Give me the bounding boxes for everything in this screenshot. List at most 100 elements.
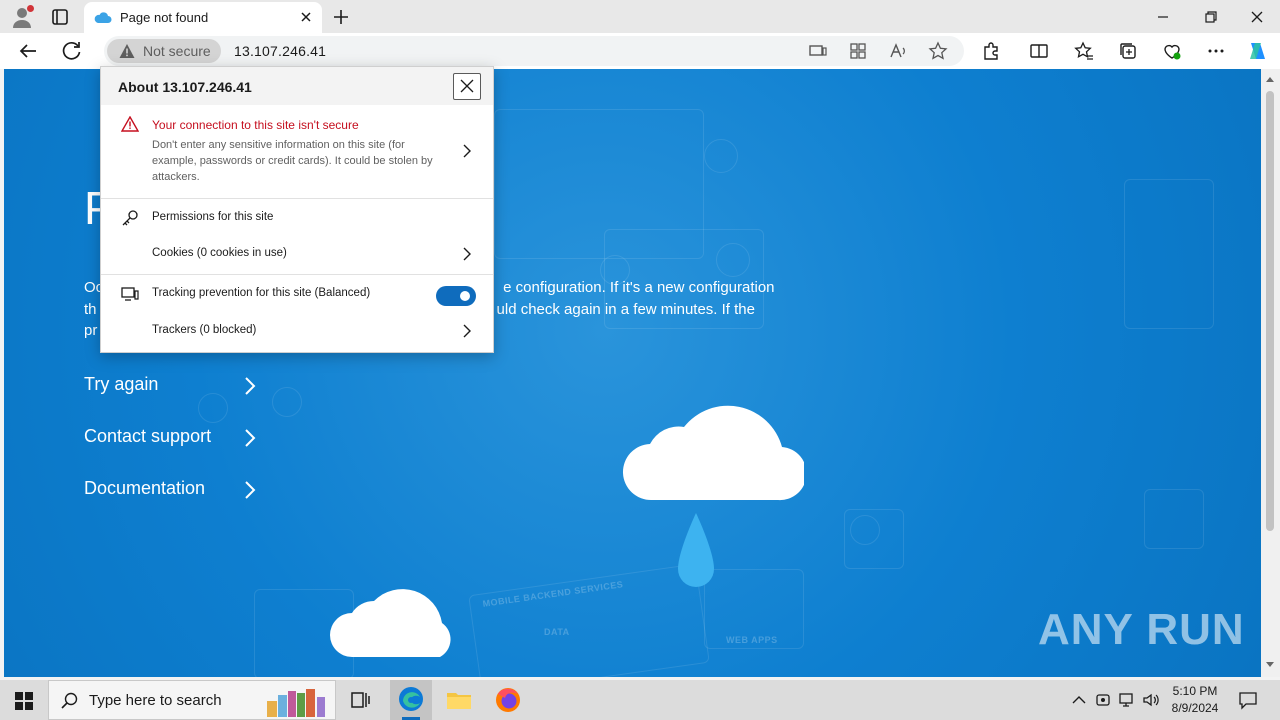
popup-close-button[interactable] [453,73,481,100]
copilot-icon[interactable] [1246,39,1270,63]
warning-title: Your connection to this site isn't secur… [152,118,359,132]
new-tab-icon[interactable] [330,6,352,28]
scroll-down-icon[interactable] [1265,661,1275,669]
firefox-icon[interactable] [492,684,524,716]
divider [101,274,493,275]
chevron-right-icon [463,144,471,158]
chevron-right-icon [245,429,256,447]
books-search-highlight-icon [267,689,325,717]
chevron-right-icon [245,481,256,499]
address-bar[interactable]: Not secure 13.107.246.41 [104,36,964,66]
app-available-icon[interactable] [808,41,828,61]
network-icon[interactable] [1118,690,1136,710]
anyrun-watermark: ANY RUN [1038,605,1245,654]
profile-avatar-icon[interactable] [10,5,34,29]
contact-support-label: Contact support [84,426,212,446]
trackers-row[interactable]: Trackers (0 blocked) [101,320,493,346]
close-window-icon[interactable] [1246,6,1268,28]
bg-shape [716,243,750,277]
file-explorer-icon[interactable] [443,684,475,716]
url-text[interactable]: 13.107.246.41 [234,43,326,59]
windows-logo-icon [15,692,33,710]
para-line3-start: pr [84,322,98,339]
taskbar-clock[interactable]: 5:10 PM 8/9/2024 [1160,683,1230,717]
title-bar: Page not found [0,0,1280,33]
connection-warning-row[interactable]: Your connection to this site isn't secur… [101,105,493,198]
scrollbar-thumb[interactable] [1266,91,1274,531]
documentation-label: Documentation [84,478,206,498]
chevron-right-icon [245,377,256,395]
bg-shape [850,515,880,545]
tab-active[interactable]: Page not found [84,2,322,33]
favorite-star-icon[interactable] [928,41,948,61]
contact-support-link[interactable]: Contact support [84,426,264,452]
bg-shape [1124,179,1214,329]
try-again-label: Try again [84,374,159,394]
chevron-right-icon [463,324,471,338]
popup-title: About 13.107.246.41 [118,79,252,95]
volume-icon[interactable] [1142,690,1160,710]
cookies-row[interactable]: Cookies (0 cookies in use) [101,243,493,269]
refresh-icon[interactable] [60,39,84,63]
documentation-link[interactable]: Documentation [84,478,264,504]
chevron-right-icon [463,247,471,261]
split-screen-icon[interactable] [1029,41,1049,61]
clock-date: 8/9/2024 [1171,701,1219,715]
clock-time: 5:10 PM [1172,684,1218,698]
restore-icon[interactable] [1200,6,1222,28]
warning-text: Don't enter any sensitive information on… [152,139,433,183]
more-options-icon[interactable] [1206,41,1226,61]
permissions-row[interactable]: Permissions for this site [101,207,493,233]
search-placeholder: Type here to search [89,692,222,709]
browser-essentials-icon[interactable] [1162,41,1182,61]
bg-shape [272,387,302,417]
para-line1-end: e configuration. If it's a new configura… [503,279,775,296]
key-icon [122,210,138,226]
toggle-knob [460,291,470,301]
onedrive-icon[interactable] [1094,690,1112,710]
bg-shape [704,139,738,173]
start-button[interactable] [0,680,48,720]
collections-icon[interactable] [1118,41,1138,61]
minimize-icon[interactable] [1152,6,1174,28]
taskbar: Type here to search 5:10 PM 8/9/2024 [0,680,1280,720]
close-icon [460,79,474,93]
tab-actions-icon[interactable] [48,6,72,28]
favorites-icon[interactable] [1074,41,1094,61]
page-scrollbar[interactable] [1261,69,1280,677]
bg-label: WEB APPS [726,635,778,645]
show-hidden-icons-icon[interactable] [1070,690,1088,710]
extensions-grid-icon[interactable] [848,41,868,61]
para-line2-start: th [84,300,97,318]
search-icon [61,692,78,709]
try-again-link[interactable]: Try again [84,374,264,400]
scroll-up-icon[interactable] [1265,75,1275,83]
cloud-illustration [623,405,804,501]
divider [101,198,493,199]
bg-shape [1144,489,1204,549]
edge-taskbar-active[interactable] [390,680,432,720]
extensions-icon[interactable] [981,41,1001,61]
popup-header: About 13.107.246.41 [101,67,493,105]
tab-title: Page not found [120,10,209,25]
edge-icon [399,687,423,711]
cloud-illustration [330,589,451,657]
browser-toolbar: Not secure 13.107.246.41 [0,33,1280,69]
para-line2-end: uld check again in a few minutes. If the [496,300,755,318]
taskbar-search-box[interactable]: Type here to search [48,680,336,720]
close-tab-icon[interactable] [298,9,314,25]
permissions-label: Permissions for this site [152,211,274,223]
warning-icon [119,44,135,58]
site-info-popup: About 13.107.246.41 Your connection to t… [100,66,494,353]
warning-triangle-icon [121,116,139,132]
back-icon[interactable] [16,39,40,63]
trackers-label: Trackers (0 blocked) [152,324,257,336]
not-secure-button[interactable]: Not secure [107,39,221,63]
tracking-prevention-toggle[interactable] [436,286,476,306]
tracking-label: Tracking prevention for this site (Balan… [152,287,371,299]
notifications-icon[interactable] [1238,690,1258,710]
bg-label: DATA [544,627,570,637]
tracking-prevention-icon [121,287,139,301]
task-view-icon[interactable] [344,684,376,716]
read-aloud-icon[interactable] [888,41,908,61]
